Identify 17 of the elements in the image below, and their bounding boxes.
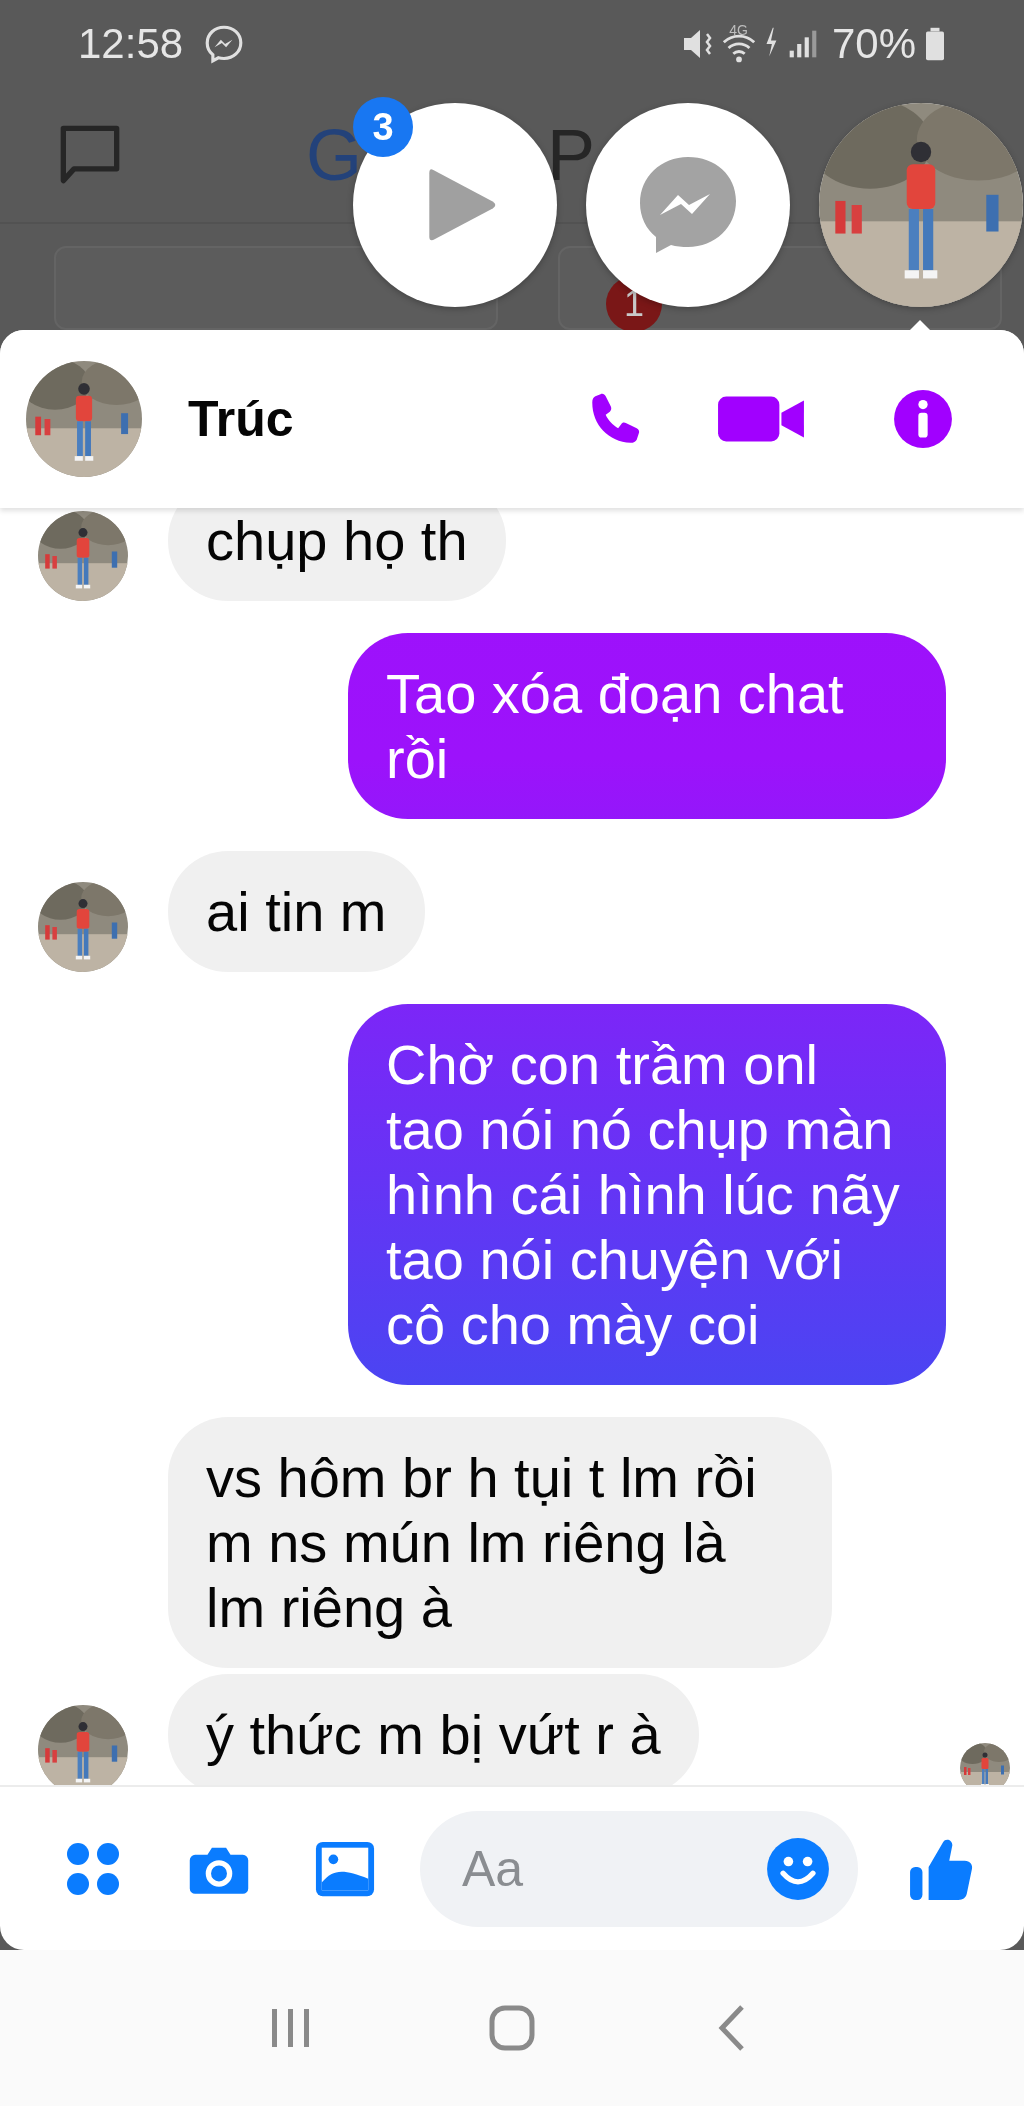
messenger-icon xyxy=(638,155,738,255)
message-bubble: vs hôm br h tụi t lm rồi m ns mún lm riêng là lm riêng à xyxy=(168,1417,832,1668)
info-icon[interactable] xyxy=(892,388,954,450)
message-bubble: Chờ con trầm onl tao nói nó chụp màn hình cái hình lúc nãy tao nói chuyện với cô cho mày coi xyxy=(348,1004,946,1385)
message-input[interactable]: Aa xyxy=(460,1838,766,1899)
message-bubble: ai tin m xyxy=(168,851,425,972)
home-icon[interactable] xyxy=(487,2003,537,2053)
contact-name: Trúc xyxy=(188,390,294,448)
message-bubble: ý thức m bị vứt r à xyxy=(168,1674,699,1785)
message-field[interactable]: Aa xyxy=(420,1810,858,1927)
message-bubble: chụp họ th xyxy=(168,508,506,601)
battery-percentage: 70% xyxy=(831,20,916,68)
message-bubble: Tao xóa đoạn chat rồi xyxy=(348,633,946,819)
status-time: 12:58 xyxy=(78,20,184,68)
battery-icon xyxy=(924,26,946,62)
emoji-icon[interactable] xyxy=(766,1836,830,1901)
network-label: 4G xyxy=(729,22,748,38)
